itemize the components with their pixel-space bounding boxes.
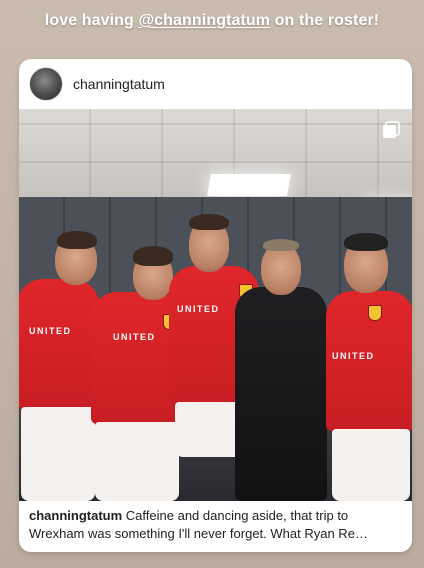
caption-prefix: love having [44,12,139,29]
post-caption: channingtatum Caffeine and dancing aside… [19,501,412,549]
profile-avatar[interactable] [29,67,63,101]
jersey-sponsor: UNITED [332,351,375,361]
post-photo[interactable]: UNITED UNITED UNITED UNITED [19,109,412,501]
jersey-sponsor: UNITED [177,304,220,314]
caption-suffix: on the roster! [270,12,380,29]
person-4 [235,239,330,501]
carousel-icon [383,121,400,138]
jersey-sponsor: UNITED [113,332,156,342]
person-5: UNITED [324,233,412,501]
post-header: channingtatum [19,59,412,109]
post-username[interactable]: channingtatum [73,76,165,92]
shared-post-card[interactable]: channingtatum UNITED UNITED UNITED UNITE… [19,59,412,552]
ceiling-light [207,174,291,196]
mention-link[interactable]: @channingtatum [138,12,270,29]
jersey-sponsor: UNITED [29,326,72,336]
story-caption: love having @channingtatum on the roster… [0,12,424,30]
caption-author[interactable]: channingtatum [29,508,122,523]
